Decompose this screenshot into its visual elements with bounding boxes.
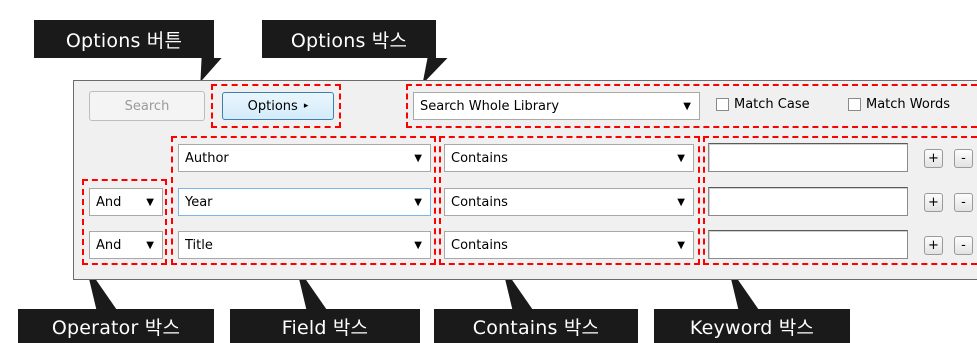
remove-row-button-1[interactable]: - (954, 149, 973, 168)
operator-select-value: And (96, 237, 122, 253)
match-words-checkbox[interactable]: Match Words (848, 97, 950, 112)
field-select-row-3[interactable]: Title ▼ (178, 231, 431, 259)
condition-select-row-1[interactable]: Contains ▼ (444, 144, 694, 172)
callout-field-box: Field 박스 (230, 309, 420, 343)
remove-row-button-3[interactable]: - (954, 236, 973, 255)
chevron-down-icon: ▼ (146, 239, 154, 251)
options-button[interactable]: Options ▸ (222, 92, 334, 120)
field-select-row-1[interactable]: Author ▼ (178, 144, 431, 172)
chevron-down-icon: ▼ (146, 196, 154, 208)
operator-select-row-2[interactable]: And ▼ (89, 188, 163, 216)
chevron-down-icon: ▼ (414, 239, 422, 251)
match-words-label: Match Words (866, 97, 950, 112)
condition-select-value: Contains (451, 237, 508, 253)
add-row-button-1[interactable]: + (924, 149, 943, 168)
options-button-label: Options (247, 98, 298, 114)
condition-select-value: Contains (451, 194, 508, 210)
operator-select-row-3[interactable]: And ▼ (89, 231, 163, 259)
callout-keyword-box: Keyword 박스 (654, 309, 850, 343)
keyword-input-row-1[interactable] (708, 143, 908, 172)
scope-select-value: Search Whole Library (420, 98, 560, 114)
remove-row-button-2[interactable]: - (954, 193, 973, 212)
field-select-value: Year (185, 194, 213, 210)
condition-select-value: Contains (451, 150, 508, 166)
chevron-down-icon: ▼ (677, 152, 685, 164)
chevron-down-icon: ▼ (414, 196, 422, 208)
match-case-label: Match Case (734, 97, 810, 112)
callout-options-box: Options 박스 (262, 20, 436, 58)
callout-options-button: Options 버튼 (34, 20, 214, 58)
field-select-value: Title (185, 237, 213, 253)
add-row-button-2[interactable]: + (924, 193, 943, 212)
field-select-row-2[interactable]: Year ▼ (178, 188, 431, 216)
chevron-down-icon: ▼ (677, 196, 685, 208)
keyword-input-row-2[interactable] (708, 187, 908, 216)
checkbox-icon (848, 98, 861, 111)
field-select-value: Author (185, 150, 229, 166)
scope-select[interactable]: Search Whole Library ▼ (413, 92, 700, 120)
add-row-button-3[interactable]: + (924, 236, 943, 255)
search-button[interactable]: Search (89, 91, 205, 121)
callout-options-button-pointer (190, 58, 222, 82)
callout-contains-box: Contains 박스 (434, 309, 638, 343)
operator-select-value: And (96, 194, 122, 210)
match-case-checkbox[interactable]: Match Case (716, 97, 810, 112)
chevron-right-icon: ▸ (303, 101, 309, 111)
chevron-down-icon: ▼ (683, 100, 691, 112)
chevron-down-icon: ▼ (677, 239, 685, 251)
chevron-down-icon: ▼ (414, 152, 422, 164)
checkbox-icon (716, 98, 729, 111)
condition-select-row-3[interactable]: Contains ▼ (444, 231, 694, 259)
callout-operator-box: Operator 박스 (18, 309, 214, 343)
keyword-input-row-3[interactable] (708, 230, 908, 259)
condition-select-row-2[interactable]: Contains ▼ (444, 188, 694, 216)
